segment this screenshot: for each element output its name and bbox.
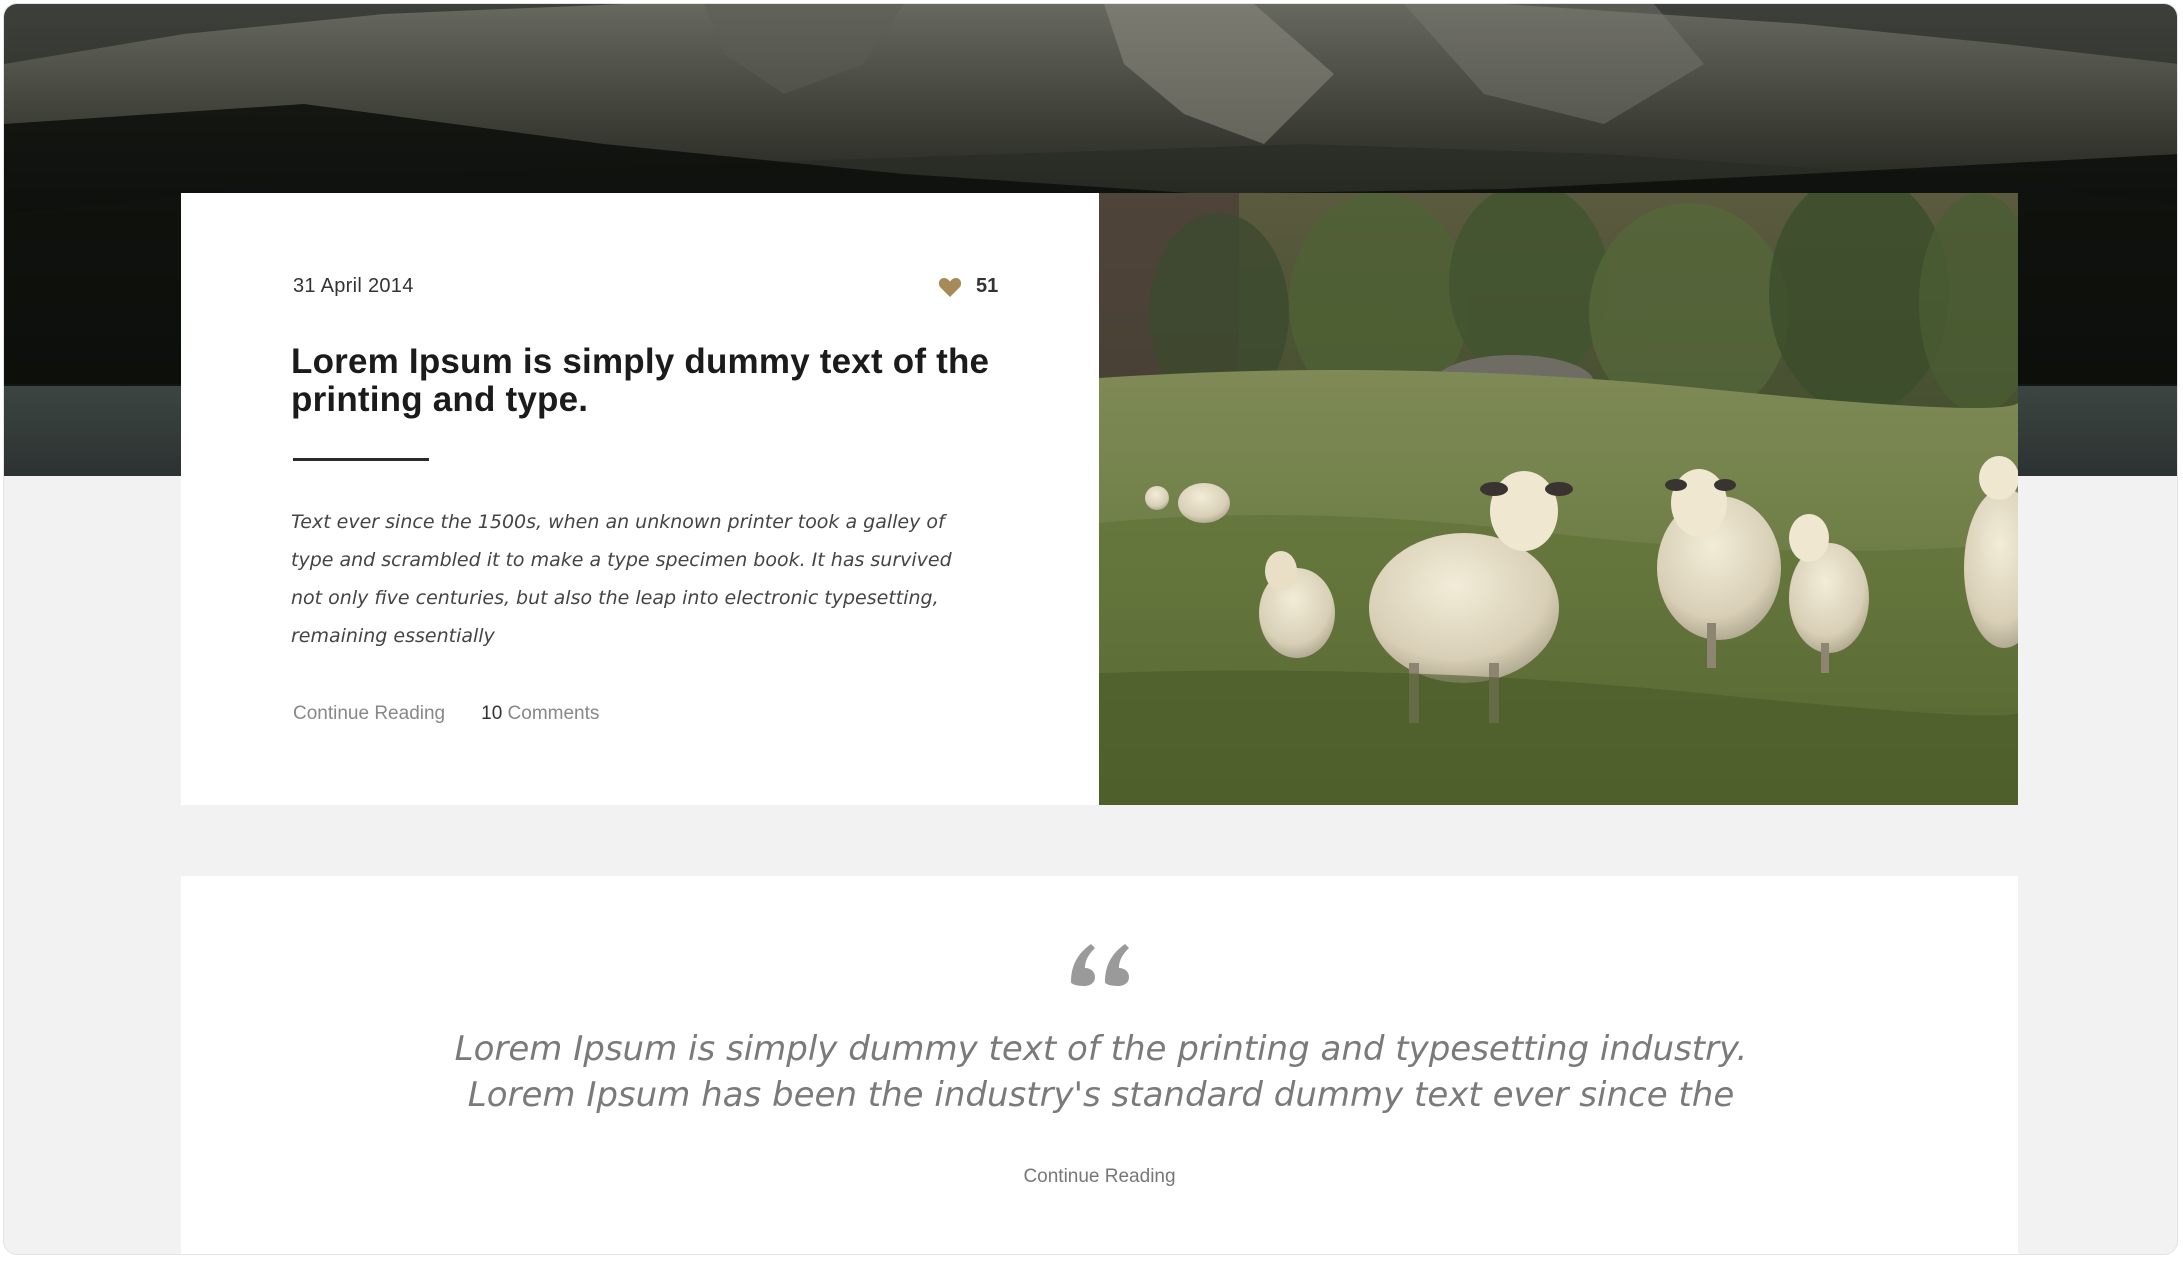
comments-count: 10 (481, 703, 503, 724)
comments-label: Comments (507, 703, 600, 724)
quote-mark (181, 936, 2018, 993)
quote-post-card: Lorem Ipsum is simply dummy text of the … (181, 876, 2018, 1254)
quote-continue-reading-link[interactable]: Continue Reading (181, 1166, 2018, 1188)
sheep-field-image (1099, 193, 2018, 805)
comments-link[interactable]: 10 Comments (481, 703, 599, 725)
title-divider (293, 458, 429, 461)
continue-reading-link[interactable]: Continue Reading (293, 703, 445, 725)
post-image-sheep[interactable] (1099, 193, 2018, 805)
featured-post-body: 31 April 2014 51 Lorem Ipsum is simply d… (181, 193, 1099, 805)
post-actions: Continue Reading 10 Comments (293, 703, 599, 725)
like-count: 51 (976, 275, 999, 297)
post-date: 31 April 2014 (293, 275, 414, 297)
featured-post-card: 31 April 2014 51 Lorem Ipsum is simply d… (181, 193, 2018, 805)
quote-text: Lorem Ipsum is simply dummy text of the … (454, 1029, 1748, 1115)
page-frame: 31 April 2014 51 Lorem Ipsum is simply d… (3, 3, 2178, 1255)
like-counter[interactable]: 51 (938, 275, 998, 298)
heart-icon[interactable] (938, 276, 962, 298)
quote-icon (1070, 944, 1129, 986)
post-title[interactable]: Lorem Ipsum is simply dummy text of the … (291, 343, 1011, 419)
post-excerpt: Text ever since the 1500s, when an unkno… (291, 511, 952, 647)
